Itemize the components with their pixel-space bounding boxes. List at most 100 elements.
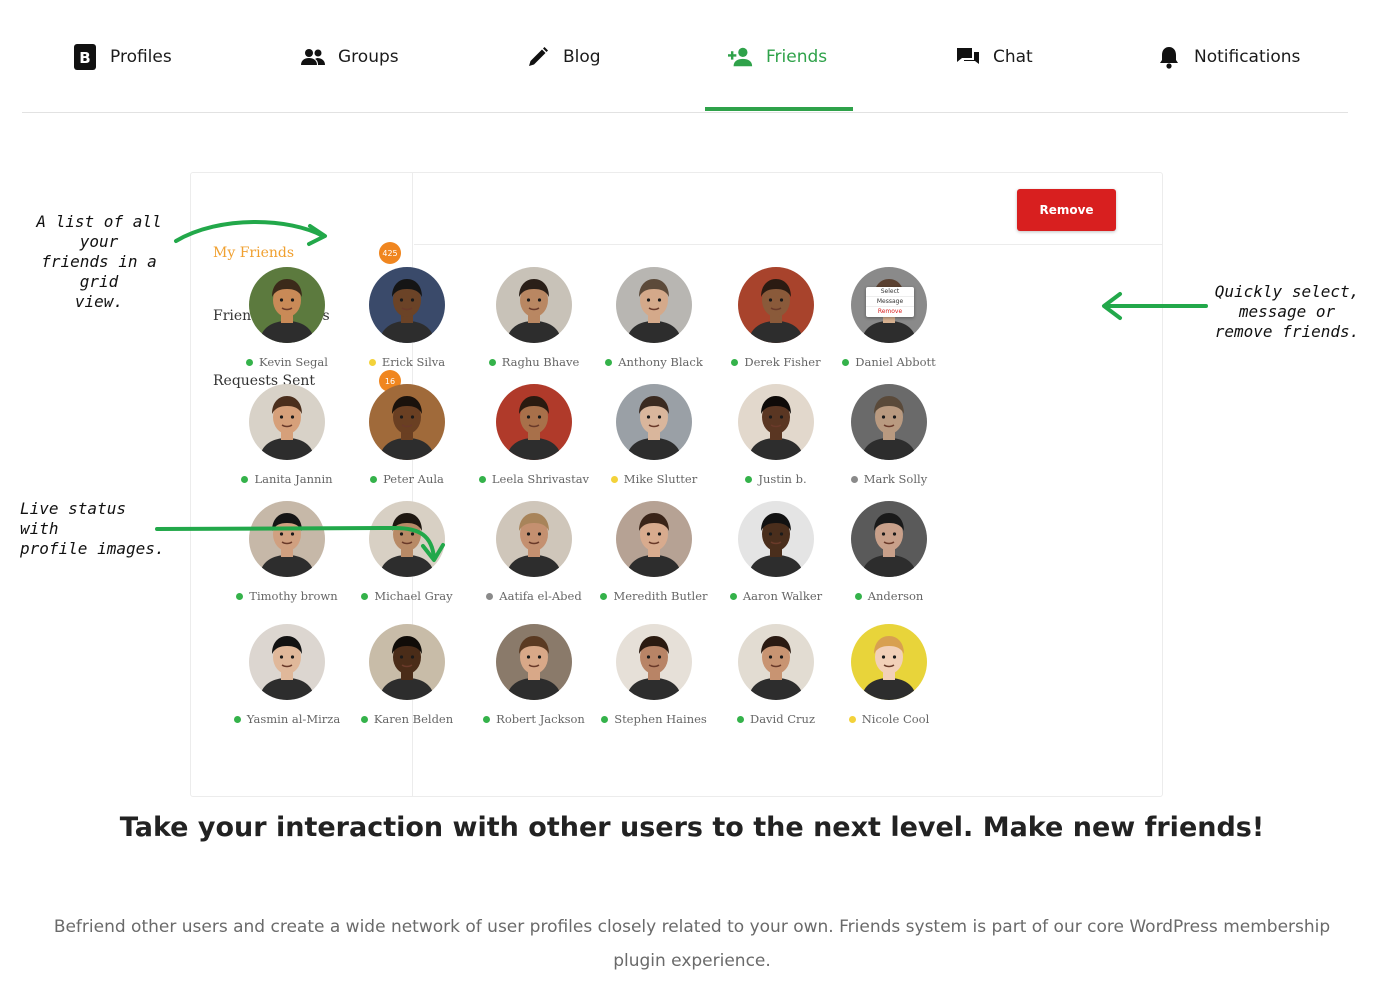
friend-name-row: Anthony Black — [594, 355, 714, 369]
friend-card[interactable]: Erick Silva — [347, 267, 467, 369]
status-dot — [848, 715, 856, 723]
friend-card[interactable]: Aatifa el-Abed — [474, 501, 594, 603]
friend-name[interactable]: Aaron Walker — [743, 589, 822, 603]
friend-card[interactable]: Michael Gray — [347, 501, 467, 603]
status-dot — [600, 592, 608, 600]
annotation-line: Live status with — [20, 499, 126, 538]
avatar-image — [851, 384, 927, 460]
tab-profiles[interactable]: B Profiles — [72, 40, 172, 74]
friend-name[interactable]: Kevin Segal — [259, 355, 328, 369]
friend-avatar[interactable] — [496, 384, 572, 460]
menu-item-remove[interactable]: Remove — [866, 307, 914, 317]
friend-avatar[interactable] — [496, 501, 572, 577]
friend-name[interactable]: Michael Gray — [374, 589, 452, 603]
friend-name[interactable]: Derek Fisher — [744, 355, 820, 369]
friend-card[interactable]: Raghu Bhave — [474, 267, 594, 369]
friend-card[interactable]: Derek Fisher — [716, 267, 836, 369]
friend-name[interactable]: Leela Shrivastav — [492, 472, 589, 486]
tab-groups[interactable]: Groups — [300, 40, 399, 74]
tab-blog[interactable]: Blog — [525, 40, 601, 74]
status-dot — [850, 475, 858, 483]
friend-avatar[interactable] — [249, 384, 325, 460]
friend-card[interactable]: Mike Slutter — [594, 384, 714, 486]
status-dot — [236, 592, 244, 600]
friend-card[interactable]: Lanita Jannin — [227, 384, 347, 486]
friend-avatar[interactable] — [616, 624, 692, 700]
status-dot — [731, 358, 739, 366]
annotation-line: Quickly select, — [1214, 282, 1360, 301]
friend-avatar[interactable] — [616, 501, 692, 577]
friend-name-row: Mike Slutter — [594, 472, 714, 486]
friend-avatar[interactable] — [851, 501, 927, 577]
friend-avatar[interactable] — [738, 267, 814, 343]
friend-name[interactable]: Meredith Butler — [613, 589, 707, 603]
friend-avatar[interactable] — [738, 624, 814, 700]
friend-name[interactable]: Lanita Jannin — [254, 472, 332, 486]
friend-avatar[interactable] — [851, 384, 927, 460]
menu-item-message[interactable]: Message — [866, 297, 914, 307]
friend-name[interactable]: Karen Belden — [374, 712, 453, 726]
friend-avatar[interactable] — [616, 384, 692, 460]
avatar-image — [851, 501, 927, 577]
friend-name[interactable]: Daniel Abbott — [855, 355, 936, 369]
friend-card[interactable]: Select Message Remove Daniel Abbott — [829, 267, 949, 369]
friend-card[interactable]: Kevin Segal — [227, 267, 347, 369]
friend-avatar[interactable] — [369, 267, 445, 343]
friend-avatar[interactable] — [249, 267, 325, 343]
friend-avatar[interactable] — [369, 384, 445, 460]
friend-avatar[interactable] — [851, 624, 927, 700]
friend-name[interactable]: Aatifa el-Abed — [499, 589, 581, 603]
friend-avatar[interactable] — [496, 624, 572, 700]
friend-name[interactable]: Mike Slutter — [624, 472, 697, 486]
friend-avatar[interactable] — [369, 624, 445, 700]
friend-card[interactable]: Yasmin al-Mirza — [227, 624, 347, 726]
friend-card[interactable]: Leela Shrivastav — [474, 384, 594, 486]
section-description: Befriend other users and create a wide n… — [53, 917, 1331, 971]
friend-name[interactable]: Timothy brown — [249, 589, 337, 603]
friend-avatar[interactable] — [496, 267, 572, 343]
friend-avatar[interactable] — [249, 501, 325, 577]
friend-name[interactable]: Mark Solly — [864, 472, 927, 486]
friend-name[interactable]: Erick Silva — [382, 355, 445, 369]
friend-name[interactable]: Justin b. — [758, 472, 806, 486]
friend-card[interactable]: Meredith Butler — [594, 501, 714, 603]
friend-card[interactable]: Mark Solly — [829, 384, 949, 486]
friend-card[interactable]: Peter Aula — [347, 384, 467, 486]
friend-card[interactable]: Justin b. — [716, 384, 836, 486]
friend-card[interactable]: Timothy brown — [227, 501, 347, 603]
menu-item-select[interactable]: Select — [866, 287, 914, 297]
tab-notifications[interactable]: Notifications — [1156, 40, 1300, 74]
status-dot — [361, 592, 369, 600]
friend-name[interactable]: Yasmin al-Mirza — [247, 712, 340, 726]
friend-name[interactable]: Nicole Cool — [862, 712, 930, 726]
friend-card[interactable]: David Cruz — [716, 624, 836, 726]
friend-name[interactable]: Peter Aula — [383, 472, 444, 486]
tab-chat[interactable]: Chat — [955, 40, 1033, 74]
friend-card[interactable]: Anderson — [829, 501, 949, 603]
friend-name[interactable]: David Cruz — [750, 712, 815, 726]
friend-card[interactable]: Karen Belden — [347, 624, 467, 726]
friend-card[interactable]: Aaron Walker — [716, 501, 836, 603]
friend-card[interactable]: Robert Jackson — [474, 624, 594, 726]
friend-card[interactable]: Anthony Black — [594, 267, 714, 369]
friend-name[interactable]: Anthony Black — [618, 355, 703, 369]
friend-name[interactable]: Robert Jackson — [496, 712, 585, 726]
friend-card[interactable]: Nicole Cool — [829, 624, 949, 726]
friend-name[interactable]: Anderson — [868, 589, 924, 603]
friend-name-row: Anderson — [829, 589, 949, 603]
status-dot — [854, 592, 862, 600]
annotation-line: remove friends. — [1214, 322, 1360, 341]
tab-friends[interactable]: Friends — [728, 40, 827, 74]
friend-name[interactable]: Stephen Haines — [614, 712, 707, 726]
friend-avatar[interactable]: Select Message Remove — [851, 267, 927, 343]
friend-name-row: Yasmin al-Mirza — [227, 712, 347, 726]
sidebar-item-my-friends[interactable]: My Friends 425 — [213, 241, 401, 265]
remove-button[interactable]: Remove — [1017, 189, 1116, 231]
friend-avatar[interactable] — [738, 384, 814, 460]
friend-card[interactable]: Stephen Haines — [594, 624, 714, 726]
friend-avatar[interactable] — [616, 267, 692, 343]
friend-avatar[interactable] — [369, 501, 445, 577]
friend-avatar[interactable] — [249, 624, 325, 700]
friend-avatar[interactable] — [738, 501, 814, 577]
friend-name[interactable]: Raghu Bhave — [502, 355, 580, 369]
